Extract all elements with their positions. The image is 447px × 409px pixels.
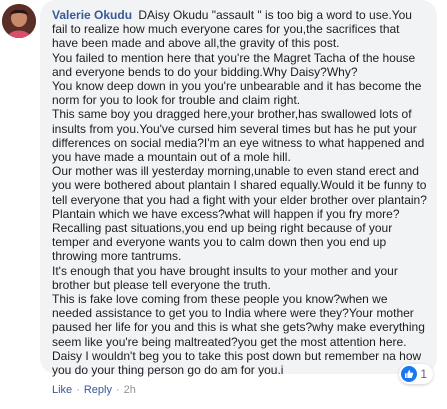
- comment-container: Valerie Okudu DAisy Okudu "assault " is …: [0, 0, 447, 409]
- comment-bubble: Valerie Okudu DAisy Okudu "assault " is …: [40, 0, 437, 384]
- like-icon: [401, 366, 418, 382]
- comment-text: Valerie Okudu DAisy Okudu "assault " is …: [52, 8, 427, 377]
- reply-button[interactable]: Reply: [84, 384, 112, 396]
- avatar[interactable]: [2, 4, 36, 38]
- separator: ·: [76, 384, 80, 396]
- separator: ·: [115, 384, 120, 396]
- comment-body: DAisy Okudu "assault " is too big a word…: [52, 8, 427, 378]
- reaction-badge[interactable]: 1: [399, 364, 433, 384]
- avatar-image: [2, 4, 36, 38]
- comment-timestamp[interactable]: 2h: [124, 384, 136, 396]
- like-button[interactable]: Like: [52, 384, 72, 396]
- comment-author[interactable]: Valerie Okudu: [52, 8, 132, 22]
- comment-actions: Like · Reply · 2h: [52, 384, 136, 396]
- reaction-count: 1: [420, 367, 427, 381]
